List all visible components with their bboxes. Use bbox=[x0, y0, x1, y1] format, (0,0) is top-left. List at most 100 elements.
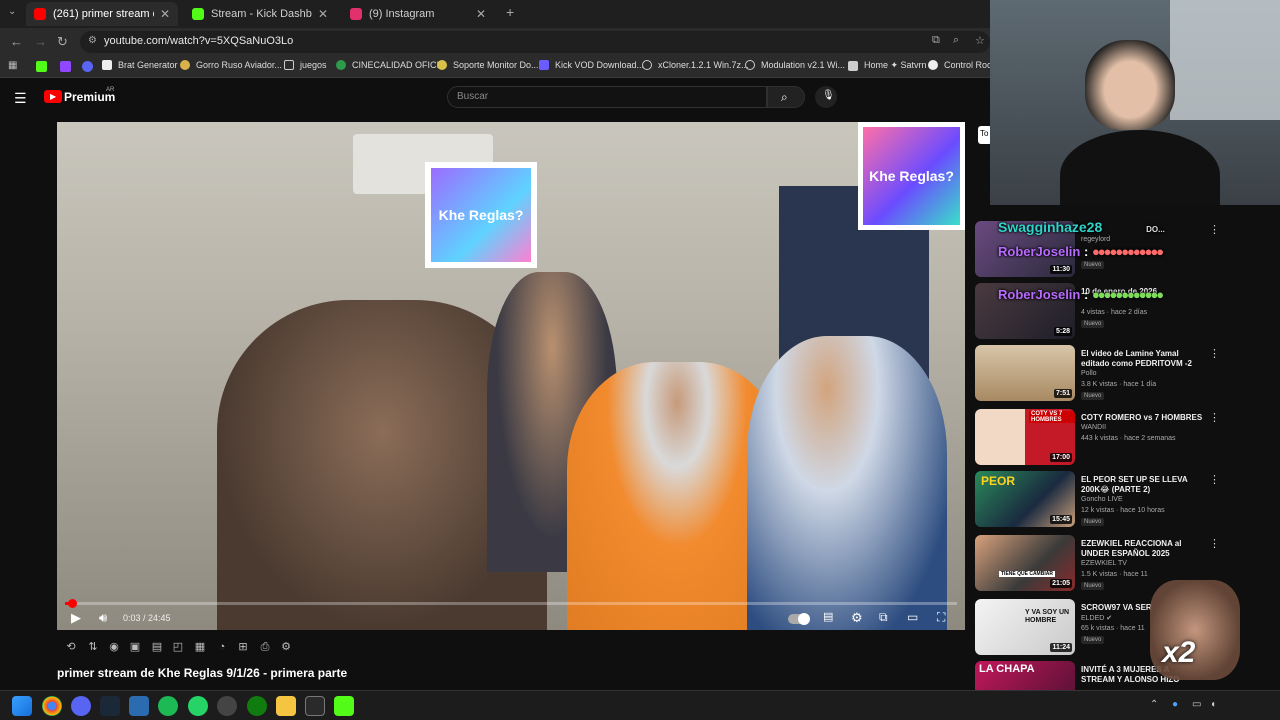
subtitles-icon[interactable]: ▤ bbox=[823, 610, 833, 623]
voice-search-button[interactable]: 🎙 bbox=[815, 86, 837, 108]
obs-taskbar-icon[interactable] bbox=[217, 696, 237, 716]
channel-name[interactable]: ELDED ✔ bbox=[1081, 614, 1112, 622]
channel-name[interactable]: regeylord bbox=[1081, 236, 1110, 243]
omnibox[interactable]: ⚙ youtube.com/watch?v=5XQSaNuO3Lo bbox=[80, 31, 990, 53]
app-taskbar-icon[interactable] bbox=[129, 696, 149, 716]
bookmark-control-room[interactable]: Control Room bbox=[928, 60, 1000, 70]
bookmark-xcloner[interactable]: xCloner.1.2.1 Win.7z... bbox=[642, 60, 749, 70]
cinema-icon[interactable]: ▣ bbox=[128, 640, 142, 654]
site-info-icon[interactable]: ⚙ bbox=[88, 35, 97, 46]
channel-name[interactable]: WANDII bbox=[1081, 424, 1106, 431]
recommendation-thumbnail[interactable]: Y VA SOY UN HOMBRE 11:24 bbox=[975, 599, 1075, 655]
progress-bar[interactable] bbox=[65, 599, 957, 608]
kick-taskbar-icon[interactable] bbox=[334, 696, 354, 716]
zoom-icon[interactable]: ⌕ bbox=[953, 34, 959, 47]
recommendation-item[interactable]: 7:51 El video de Lamine Yamal editado co… bbox=[975, 345, 1225, 403]
forward-icon[interactable]: → bbox=[34, 34, 47, 49]
recommendation-thumbnail[interactable]: LA CHAPA bbox=[975, 661, 1075, 690]
more-options-icon[interactable]: ⋮ bbox=[1209, 411, 1220, 424]
install-app-icon[interactable]: ⧉ bbox=[932, 34, 940, 47]
bookmark-gorro-ruso[interactable]: Gorro Ruso Aviador... bbox=[180, 60, 282, 70]
back-icon[interactable]: ← bbox=[10, 34, 23, 49]
mic-tray-icon[interactable]: ● bbox=[1172, 699, 1178, 710]
recommendation-title[interactable]: El video de Lamine Yamal editado como PE… bbox=[1081, 349, 1203, 369]
play-icon[interactable]: ▶ bbox=[71, 610, 81, 626]
tab-youtube[interactable]: (261) primer stream de Khe Reglas ✕ bbox=[26, 2, 178, 26]
bookmark-home-satvrn[interactable]: Home ✦ Satvrn bbox=[848, 60, 927, 71]
extension-settings-icon[interactable]: ⚙ bbox=[279, 640, 293, 654]
bookmark-kick-vod[interactable]: Kick VOD Download... bbox=[539, 60, 644, 70]
more-options-icon[interactable]: ⋮ bbox=[1209, 347, 1220, 360]
close-tab-icon[interactable]: ✕ bbox=[160, 7, 170, 21]
url-text[interactable]: youtube.com/watch?v=5XQSaNuO3Lo bbox=[104, 35, 293, 47]
channel-name[interactable]: Pollo bbox=[1081, 370, 1097, 377]
speed-icon[interactable]: ◔ bbox=[215, 640, 229, 654]
steam-taskbar-icon[interactable] bbox=[100, 696, 120, 716]
hamburger-menu-icon[interactable]: ☰ bbox=[14, 90, 27, 107]
recommendation-thumbnail[interactable]: 7:51 bbox=[975, 345, 1075, 401]
spotify-taskbar-icon[interactable] bbox=[158, 696, 178, 716]
bookmark-soporte-monitor[interactable]: Soporte Monitor Do... bbox=[437, 60, 539, 70]
clapper-icon[interactable]: ▤ bbox=[150, 640, 164, 654]
settings-gear-icon[interactable]: ⚙ bbox=[851, 610, 863, 626]
close-tab-icon[interactable]: ✕ bbox=[318, 7, 328, 21]
apps-grid-icon[interactable]: ▦ bbox=[8, 60, 17, 71]
reload-icon[interactable]: ↻ bbox=[57, 34, 68, 50]
twitch-bookmark-icon[interactable] bbox=[60, 61, 71, 72]
bookmark-brat-generator[interactable]: Brat Generator bbox=[102, 60, 178, 70]
fullscreen-icon[interactable]: ⛶ bbox=[937, 610, 945, 625]
screenshot-camera-icon[interactable]: ⎙ bbox=[258, 640, 272, 654]
tray-chevron-icon[interactable]: ⌃ bbox=[1150, 699, 1158, 710]
search-input[interactable]: Buscar bbox=[447, 86, 767, 108]
discord-bookmark-icon[interactable] bbox=[82, 61, 93, 72]
kick-bookmark-icon[interactable] bbox=[36, 61, 47, 72]
recommendation-item[interactable]: PEOR 15:45 EL PEOR SET UP SE LLEVA 200K😂… bbox=[975, 471, 1225, 529]
more-options-icon[interactable]: ⋮ bbox=[1209, 223, 1220, 236]
recommendation-thumbnail[interactable]: COTY VS 7 HOMBRES 17:00 bbox=[975, 409, 1075, 465]
progress-scrubber[interactable] bbox=[68, 599, 78, 608]
channel-name[interactable]: Goncho LIVE bbox=[1081, 496, 1123, 503]
whatsapp-taskbar-icon[interactable] bbox=[188, 696, 208, 716]
tab-instagram[interactable]: (9) Instagram ✕ bbox=[342, 2, 494, 26]
recommendation-title[interactable]: EL PEOR SET UP SE LLEVA 200K😂 (PARTE 2) bbox=[1081, 475, 1203, 495]
recommendation-thumbnail[interactable]: TIENE QUE CAMBIAR 21:05 bbox=[975, 535, 1075, 591]
bookmark-folder-juegos[interactable]: juegos bbox=[284, 60, 327, 70]
discord-taskbar-icon[interactable] bbox=[71, 696, 91, 716]
youtube-logo-icon[interactable]: ▶ bbox=[44, 90, 62, 103]
file-explorer-taskbar-icon[interactable] bbox=[276, 696, 296, 716]
epic-games-taskbar-icon[interactable] bbox=[305, 696, 325, 716]
channel-name[interactable]: EZEWKIEL TV bbox=[1081, 560, 1127, 567]
xbox-taskbar-icon[interactable] bbox=[247, 696, 267, 716]
tab-kick-dashboard[interactable]: Stream - Kick Dashboard ✕ bbox=[184, 2, 336, 26]
windows-start-icon[interactable] bbox=[12, 696, 32, 716]
bookmark-modulation[interactable]: Modulation v2.1 Wi... bbox=[745, 60, 845, 70]
tab-list-icon[interactable]: ⌄ bbox=[8, 6, 16, 17]
volume-icon[interactable]: 🔊︎ bbox=[99, 610, 107, 626]
bookmark-star-icon[interactable]: ☆ bbox=[975, 34, 985, 47]
recommendation-title[interactable]: EZEWKIEL REACCIONA al UNDER ESPAÑOL 2025 bbox=[1081, 539, 1203, 559]
thumbnail-caption: Y VA SOY UN HOMBRE bbox=[1025, 609, 1070, 624]
person-right bbox=[747, 336, 947, 630]
search-button[interactable]: ⌕ bbox=[767, 86, 805, 108]
bookmark-cinecalidad[interactable]: CINECALIDAD OFICI... bbox=[336, 60, 447, 70]
pip-icon[interactable]: ◰ bbox=[171, 640, 185, 654]
chrome-taskbar-icon[interactable] bbox=[42, 696, 62, 716]
volume-tray-icon[interactable]: ◖ bbox=[1210, 699, 1216, 710]
miniplayer-icon[interactable]: ⧉ bbox=[879, 610, 888, 625]
new-tab-icon[interactable]: + bbox=[506, 4, 514, 20]
add-screen-icon[interactable]: ⊞ bbox=[236, 640, 250, 654]
frame-icon[interactable]: ▦ bbox=[193, 640, 207, 654]
recommendation-thumbnail[interactable]: PEOR 15:45 bbox=[975, 471, 1075, 527]
recommendation-title[interactable]: COTY ROMERO vs 7 HOMBRES bbox=[1081, 413, 1203, 423]
sort-icon[interactable]: ⇅ bbox=[86, 640, 100, 654]
autoplay-toggle[interactable] bbox=[788, 613, 810, 625]
more-options-icon[interactable]: ⋮ bbox=[1209, 537, 1220, 550]
network-tray-icon[interactable]: ▭ bbox=[1192, 699, 1201, 710]
theater-mode-icon[interactable]: ▭ bbox=[907, 610, 918, 624]
close-tab-icon[interactable]: ✕ bbox=[476, 7, 486, 21]
broadcast-icon[interactable]: ◉ bbox=[107, 640, 121, 654]
recommendation-item[interactable]: COTY VS 7 HOMBRES 17:00 COTY ROMERO vs 7… bbox=[975, 409, 1225, 467]
video-player[interactable]: Khe Reglas? Khe Reglas? bbox=[57, 122, 965, 630]
more-options-icon[interactable]: ⋮ bbox=[1209, 473, 1220, 486]
loop-icon[interactable]: ⟲ bbox=[64, 640, 78, 654]
